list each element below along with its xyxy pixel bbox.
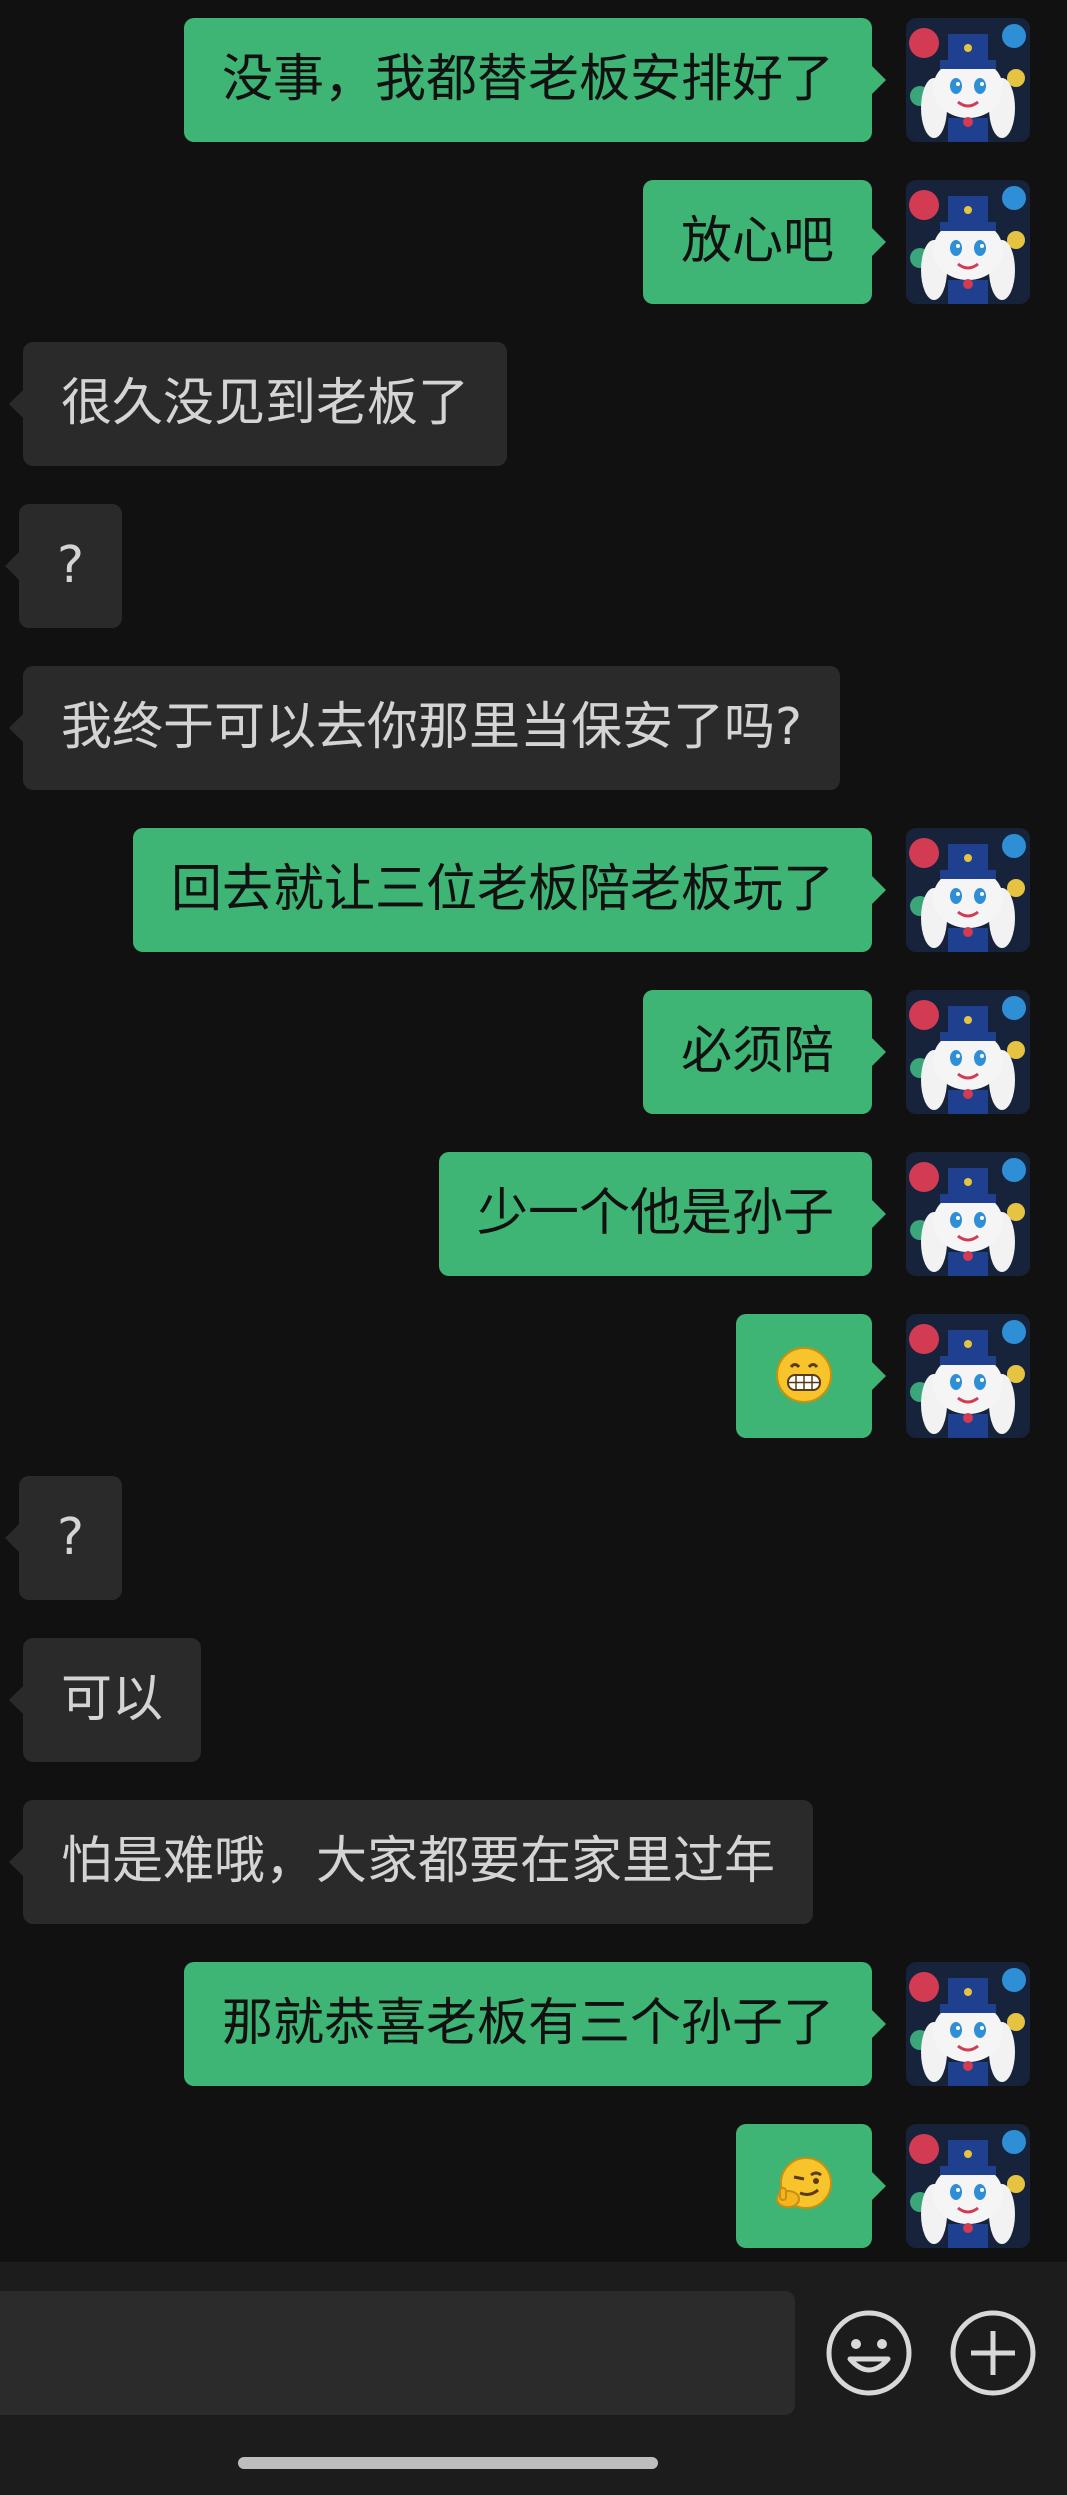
message-row-sent: 必须陪 bbox=[0, 990, 1067, 1114]
rabbit-avatar-icon[interactable] bbox=[906, 1152, 1030, 1276]
message-row-received: 很久没见到老板了 bbox=[0, 342, 1067, 466]
message-bubble-sent[interactable]: 放心吧 bbox=[642, 180, 887, 304]
rabbit-avatar-icon[interactable] bbox=[906, 2124, 1030, 2248]
smirk-emoji-icon bbox=[776, 2157, 832, 2209]
message-row-sent: 那就恭喜老板有三个孙子了 bbox=[0, 1962, 1067, 2086]
message-row-received: 怕是难哦，大家都要在家里过年 bbox=[0, 1800, 1067, 1924]
message-bubble-received[interactable]: 我终于可以去你那里当保安了吗? bbox=[8, 666, 841, 790]
more-button[interactable] bbox=[947, 2307, 1039, 2399]
message-row-sent: 少一个他是孙子 bbox=[0, 1152, 1067, 1276]
message-row-sent: 放心吧 bbox=[0, 180, 1067, 304]
message-bubble-received[interactable]: 可以 bbox=[8, 1638, 202, 1762]
message-bubble-sent[interactable] bbox=[736, 1314, 886, 1438]
rabbit-avatar-icon[interactable] bbox=[906, 828, 1030, 952]
message-row-sent: 回去就让三位老板陪老板玩了 bbox=[0, 828, 1067, 952]
message-bubble-received[interactable]: 怕是难哦，大家都要在家里过年 bbox=[8, 1800, 814, 1924]
message-bubble-received[interactable]: ? bbox=[4, 504, 123, 628]
message-bubble-sent[interactable]: 必须陪 bbox=[642, 990, 887, 1114]
message-bubble-sent[interactable]: 回去就让三位老板陪老板玩了 bbox=[132, 828, 887, 952]
message-row-received: ? bbox=[0, 1476, 1067, 1600]
smiley-icon bbox=[826, 2310, 912, 2396]
message-row-sent bbox=[0, 2124, 1067, 2248]
message-row-sent: 没事，我都替老板安排好了 bbox=[0, 18, 1067, 142]
message-bubble-sent[interactable]: 没事，我都替老板安排好了 bbox=[183, 18, 887, 142]
home-indicator[interactable] bbox=[238, 2457, 658, 2469]
emoji-button[interactable] bbox=[823, 2307, 915, 2399]
message-row-received: 我终于可以去你那里当保安了吗? bbox=[0, 666, 1067, 790]
rabbit-avatar-icon[interactable] bbox=[906, 1962, 1030, 2086]
message-bubble-sent[interactable]: 少一个他是孙子 bbox=[438, 1152, 887, 1276]
message-bubble-sent[interactable] bbox=[736, 2124, 886, 2248]
message-bubble-sent[interactable]: 那就恭喜老板有三个孙子了 bbox=[183, 1962, 887, 2086]
message-bubble-received[interactable]: ? bbox=[4, 1476, 123, 1600]
rabbit-avatar-icon[interactable] bbox=[906, 18, 1030, 142]
message-row-sent bbox=[0, 1314, 1067, 1438]
chat-message-list[interactable]: 没事，我都替老板安排好了 放心吧 很久没见到老板了 ? 我终于可以去你那里当保安… bbox=[0, 0, 1067, 2262]
message-row-received: 可以 bbox=[0, 1638, 1067, 1762]
rabbit-avatar-icon[interactable] bbox=[906, 180, 1030, 304]
message-bubble-received[interactable]: 很久没见到老板了 bbox=[8, 342, 508, 466]
grin-emoji-icon bbox=[776, 1347, 832, 1403]
message-row-received: ? bbox=[0, 504, 1067, 628]
rabbit-avatar-icon[interactable] bbox=[906, 1314, 1030, 1438]
chat-input-bar bbox=[0, 2262, 1067, 2495]
plus-circle-icon bbox=[950, 2310, 1036, 2396]
rabbit-avatar-icon[interactable] bbox=[906, 990, 1030, 1114]
message-input[interactable] bbox=[0, 2291, 795, 2415]
